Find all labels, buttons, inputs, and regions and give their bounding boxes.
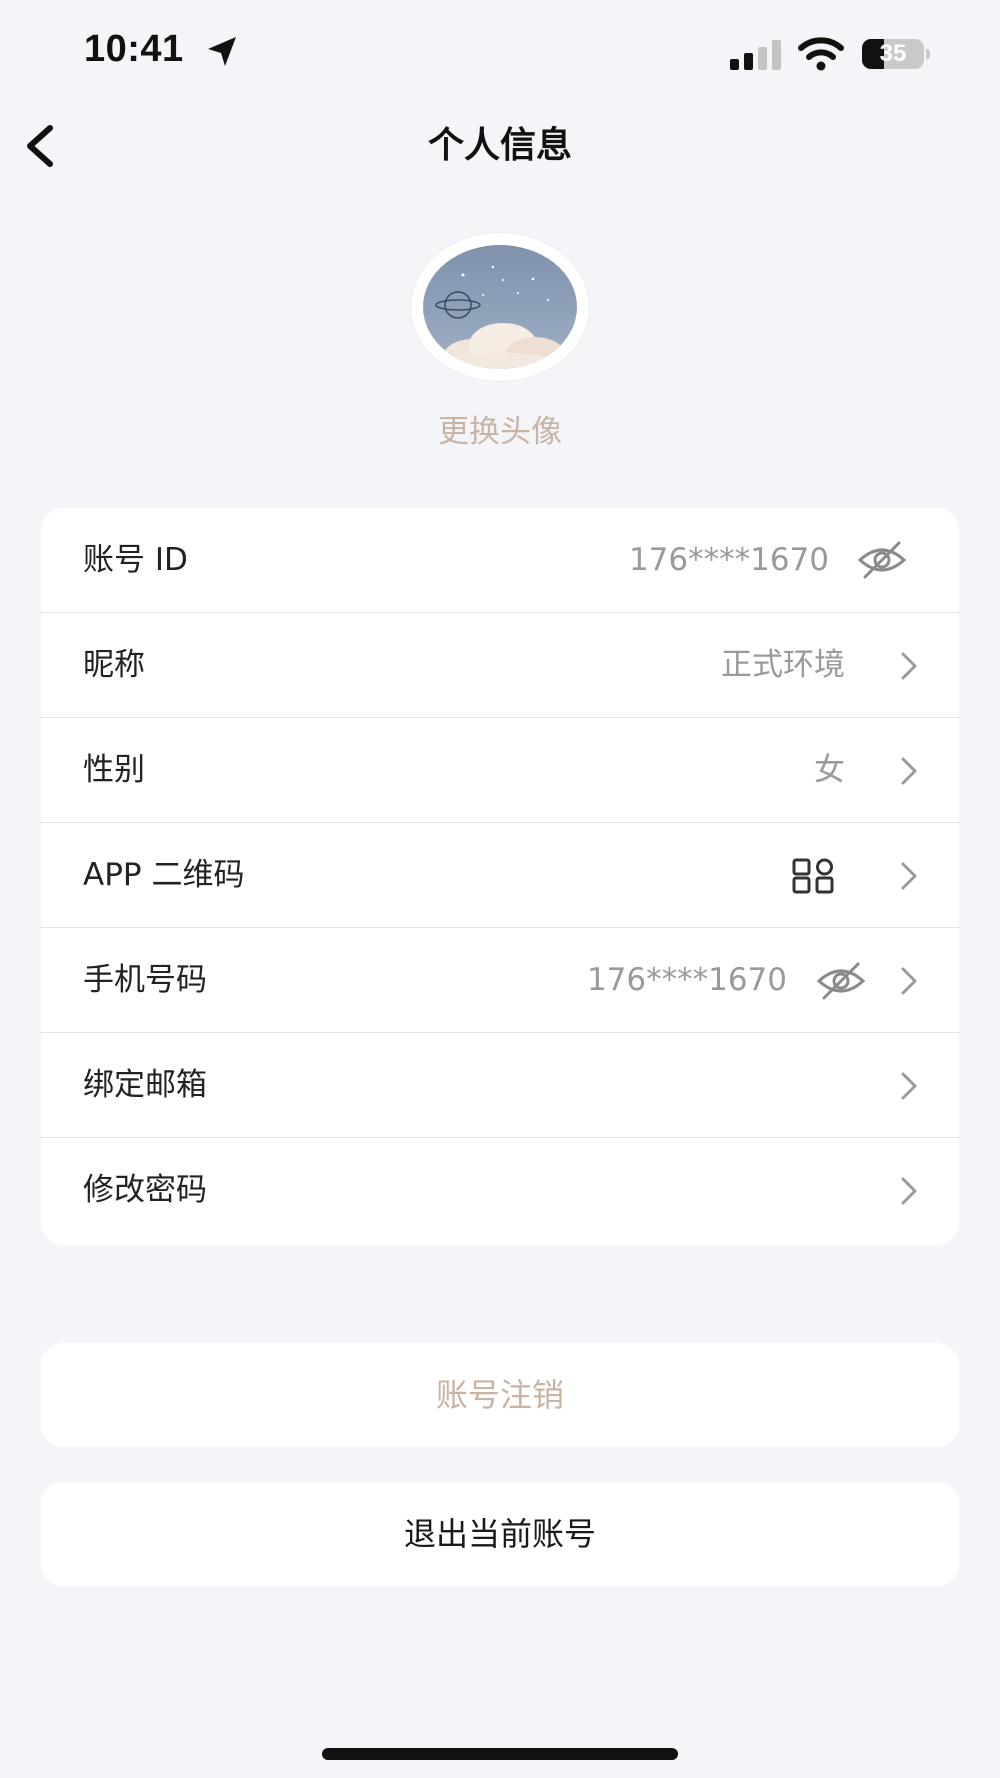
phone-label: 手机号码	[83, 962, 207, 998]
home-indicator	[322, 1748, 678, 1760]
account-id-row: 账号 ID 176****1670	[41, 508, 959, 613]
gender-row[interactable]: 性别 女	[41, 718, 959, 823]
battery-level: 35	[879, 40, 907, 67]
phone-row[interactable]: 手机号码 176****1670	[41, 928, 959, 1033]
qrcode-icon	[792, 858, 834, 894]
account-id-value: 176****1670	[628, 542, 829, 578]
eye-hidden-icon[interactable]	[857, 540, 907, 580]
app-qrcode-row[interactable]: APP 二维码	[41, 823, 959, 928]
nickname-row[interactable]: 昵称 正式环境	[41, 613, 959, 718]
nickname-value: 正式环境	[721, 647, 845, 683]
back-button[interactable]	[16, 118, 76, 174]
battery-icon: 35	[862, 39, 930, 69]
location-arrow-icon	[208, 37, 236, 66]
gender-label: 性别	[83, 752, 145, 788]
page-title: 个人信息	[427, 125, 572, 166]
avatar[interactable]	[411, 233, 589, 381]
eye-hidden-icon[interactable]	[816, 961, 866, 1001]
phone-value: 176****1670	[586, 962, 787, 998]
gender-value: 女	[814, 752, 845, 788]
wifi-icon	[798, 37, 844, 71]
profile-info-list: 账号 ID 176****1670 昵称 正式环境 性别 女 APP 二维码 手…	[41, 508, 959, 1245]
chevron-right-icon	[901, 1072, 917, 1100]
app-qrcode-label: APP 二维码	[83, 857, 245, 893]
chevron-right-icon	[901, 652, 917, 680]
chevron-right-icon	[901, 862, 917, 890]
status-time: 10:41	[84, 28, 184, 70]
change-password-row[interactable]: 修改密码	[41, 1138, 959, 1243]
account-id-label: 账号 ID	[83, 542, 188, 578]
avatar-image	[423, 245, 577, 369]
chevron-right-icon	[901, 1177, 917, 1205]
delete-account-button[interactable]: 账号注销	[41, 1343, 959, 1447]
nickname-label: 昵称	[83, 647, 145, 683]
change-avatar-link[interactable]: 更换头像	[0, 408, 1000, 456]
chevron-left-icon	[27, 125, 53, 167]
signal-icon	[730, 40, 781, 70]
chevron-right-icon	[901, 757, 917, 785]
chevron-right-icon	[901, 967, 917, 995]
status-bar: 10:41 35	[0, 0, 1000, 110]
logout-button[interactable]: 退出当前账号	[41, 1482, 959, 1586]
bind-email-row[interactable]: 绑定邮箱	[41, 1033, 959, 1138]
change-password-label: 修改密码	[83, 1172, 207, 1208]
bind-email-label: 绑定邮箱	[83, 1067, 207, 1103]
